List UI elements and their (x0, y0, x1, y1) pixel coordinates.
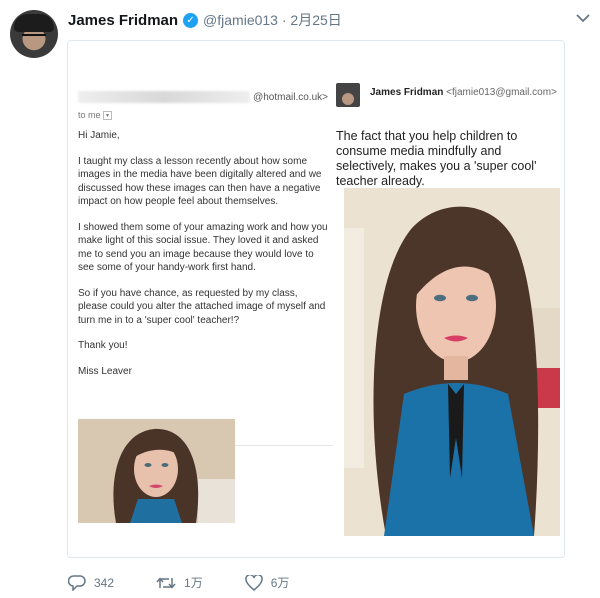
author-avatar[interactable] (10, 10, 58, 58)
teacher-portrait-photo[interactable] (344, 188, 560, 536)
email-to-row: to me ▾ (78, 109, 113, 123)
retweet-icon (156, 576, 176, 589)
attached-photo-thumbnail[interactable] (78, 419, 235, 523)
avatar-glasses (22, 34, 46, 40)
verified-badge-icon: ✓ (183, 12, 199, 28)
like-count: 6万 (270, 576, 290, 590)
reply-sender-name: James Fridman (370, 87, 444, 98)
retweet-button[interactable]: 1万 (156, 574, 203, 591)
dropdown-icon: ▾ (103, 111, 113, 121)
reply-button[interactable]: 342 (68, 574, 115, 591)
like-button[interactable]: 6万 (244, 574, 290, 591)
retweet-count: 1万 (184, 576, 203, 590)
email-body: Hi Jamie, I taught my class a lesson rec… (78, 129, 328, 390)
reply-count: 342 (94, 575, 115, 590)
email-from-row: @hotmail.co.uk> (78, 89, 338, 105)
reply-text: The fact that you help children to consu… (336, 129, 537, 188)
reply-icon (68, 574, 86, 591)
sender-avatar (336, 83, 360, 107)
tweet-header: James Fridman ✓ @fjamie013 · 2月25日 (68, 10, 590, 30)
to-me-label: to me (78, 110, 101, 120)
chevron-down-icon[interactable] (576, 10, 590, 26)
reply-sender: James Fridman <fjamie013@gmail.com> (370, 87, 557, 98)
email-paragraph: I taught my class a lesson recently abou… (78, 155, 322, 208)
email-paragraph: Hi Jamie, (78, 130, 120, 141)
avatar-cap (14, 14, 54, 32)
email-signature: Miss Leaver (78, 365, 132, 377)
reply-sender-email: <fjamie013@gmail.com> (446, 87, 557, 98)
email-paragraph: I showed them some of your amazing work … (78, 221, 328, 274)
email-from-domain: @hotmail.co.uk> (253, 92, 328, 103)
redacted-name (78, 91, 250, 103)
tweet-media-card[interactable]: @hotmail.co.uk> to me ▾ Hi Jamie, I taug… (67, 40, 565, 558)
like-icon (244, 574, 263, 591)
email-paragraph: Thank you! (78, 340, 128, 351)
tweet-actions: 342 1万 6万 (68, 574, 331, 591)
email-paragraph: So if you have chance, as requested by m… (78, 287, 326, 326)
author-name[interactable]: James Fridman (68, 12, 178, 29)
author-handle-date[interactable]: @fjamie013 · 2月25日 (203, 10, 342, 30)
